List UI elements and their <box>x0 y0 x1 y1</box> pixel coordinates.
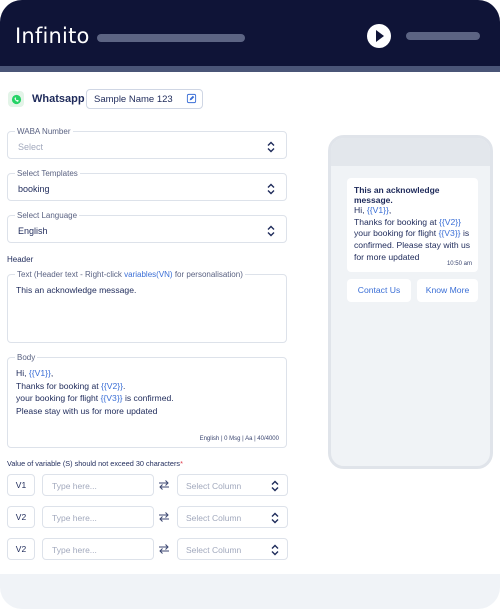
body-counter: English | 0 Msg | Aa | 40/4000 <box>199 436 279 442</box>
play-icon[interactable] <box>367 24 391 48</box>
body-var-v1: {{V1}} <box>28 368 51 378</box>
waba-number-value: Select <box>18 142 44 152</box>
language-value: English <box>18 226 48 236</box>
up-down-chevron-icon <box>267 183 275 195</box>
column-select[interactable]: Select Column <box>177 474 288 496</box>
body-text-area[interactable]: Body Hi, {{V1}}, Thanks for booking at {… <box>7 352 287 448</box>
preview-comma: , <box>388 205 392 215</box>
bottom-bar <box>0 574 500 609</box>
variable-warning-text: Value of variable (S) should not exceed … <box>7 459 181 468</box>
templates-label: Select Templates <box>15 168 80 179</box>
variable-warning: Value of variable (S) should not exceed … <box>7 459 183 468</box>
phone-status-bar <box>331 138 490 166</box>
column-select-value: Select Column <box>186 513 242 523</box>
waba-number-select[interactable]: WABA Number Select <box>7 126 287 159</box>
language-label: Select Language <box>15 210 80 221</box>
preview-timestamp: 10:50 am <box>446 261 472 267</box>
preview-greeting: Hi, <box>354 205 367 215</box>
body-line3: your booking for flight <box>16 393 101 403</box>
variable-value-input[interactable]: Type here... <box>42 474 154 496</box>
variable-tag: V2 <box>7 506 35 528</box>
variable-tag: V1 <box>7 474 35 496</box>
contact-us-button[interactable]: Contact Us <box>347 279 411 302</box>
required-mark: * <box>180 459 183 468</box>
body-greeting: Hi, <box>16 368 29 378</box>
column-select[interactable]: Select Column <box>177 506 288 528</box>
up-down-chevron-icon <box>267 141 275 153</box>
preview-header: This an acknowledge message. <box>354 185 440 205</box>
message-bubble: This an acknowledge message. Hi, {{V1}},… <box>347 178 478 272</box>
header-text-label: Text (Header text - Right-click variable… <box>15 269 245 280</box>
up-down-chevron-icon <box>271 544 279 556</box>
template-name-value: Sample Name 123 <box>94 94 173 105</box>
body-var-v3: {{V3}} <box>100 393 123 403</box>
templates-value: booking <box>18 184 50 194</box>
body-line2: Thanks for booking at <box>16 380 102 391</box>
column-select-value: Select Column <box>186 481 242 491</box>
column-select-value: Select Column <box>186 545 242 555</box>
waba-number-label: WABA Number <box>15 126 73 137</box>
top-bar-border <box>0 66 500 72</box>
body-line2-suffix: . <box>123 380 126 391</box>
templates-select[interactable]: Select Templates booking <box>7 168 287 201</box>
header-text-value: This an acknowledge message. <box>16 285 137 295</box>
body-line3-suffix: is confirmed. <box>122 393 174 403</box>
header-label-suffix: for personalisation) <box>172 270 243 279</box>
preview-line3: your booking for flight <box>354 228 439 239</box>
template-name-input[interactable]: Sample Name 123 <box>86 89 203 109</box>
channel-name: Whatsapp <box>32 93 85 105</box>
body-line4: Please stay with us for more updated <box>16 405 158 416</box>
channel-selector[interactable]: Whatsapp <box>8 89 85 109</box>
variable-tag: V2 <box>7 538 35 560</box>
preview-var-v3: {{V3}} <box>438 228 461 239</box>
preview-var-v1: {{V1}} <box>366 205 389 215</box>
header-label-prefix: Text (Header text - Right-click <box>17 270 125 279</box>
language-select[interactable]: Select Language English <box>7 210 287 243</box>
body-comma: , <box>50 368 54 378</box>
preview-body: Hi, {{V1}}, Thanks for booking at {{V2}}… <box>354 205 480 264</box>
variable-value-input[interactable]: Type here... <box>42 506 154 528</box>
top-bar: Infinito <box>0 0 500 66</box>
header-section-label: Header <box>7 255 34 264</box>
swap-arrows-icon[interactable] <box>158 543 170 555</box>
preview-line2: Thanks for booking at <box>354 216 440 227</box>
swap-arrows-icon[interactable] <box>158 479 170 491</box>
action-placeholder-bar <box>406 32 480 40</box>
column-select[interactable]: Select Column <box>177 538 288 560</box>
up-down-chevron-icon <box>271 512 279 524</box>
app-logo: Infinito <box>15 24 90 48</box>
title-placeholder-bar <box>97 34 245 42</box>
know-more-button[interactable]: Know More <box>417 279 478 302</box>
edit-icon[interactable] <box>186 93 197 104</box>
phone-preview: This an acknowledge message. Hi, {{V1}},… <box>328 135 493 469</box>
up-down-chevron-icon <box>271 480 279 492</box>
variable-value-input[interactable]: Type here... <box>42 538 154 560</box>
body-text-value: Hi, {{V1}}, Thanks for booking at {{V2}}… <box>16 367 174 417</box>
whatsapp-icon <box>8 91 24 107</box>
up-down-chevron-icon <box>267 225 275 237</box>
preview-var-v2: {{V2}} <box>439 216 462 227</box>
header-text-area[interactable]: Text (Header text - Right-click variable… <box>7 269 287 343</box>
app-window: Infinito Whatsapp Sample Name 123 WABA N… <box>0 0 500 609</box>
swap-arrows-icon[interactable] <box>158 511 170 523</box>
body-var-v2: {{V2}} <box>101 380 124 391</box>
body-label: Body <box>15 352 38 363</box>
variables-link[interactable]: variables(VN) <box>124 270 172 279</box>
